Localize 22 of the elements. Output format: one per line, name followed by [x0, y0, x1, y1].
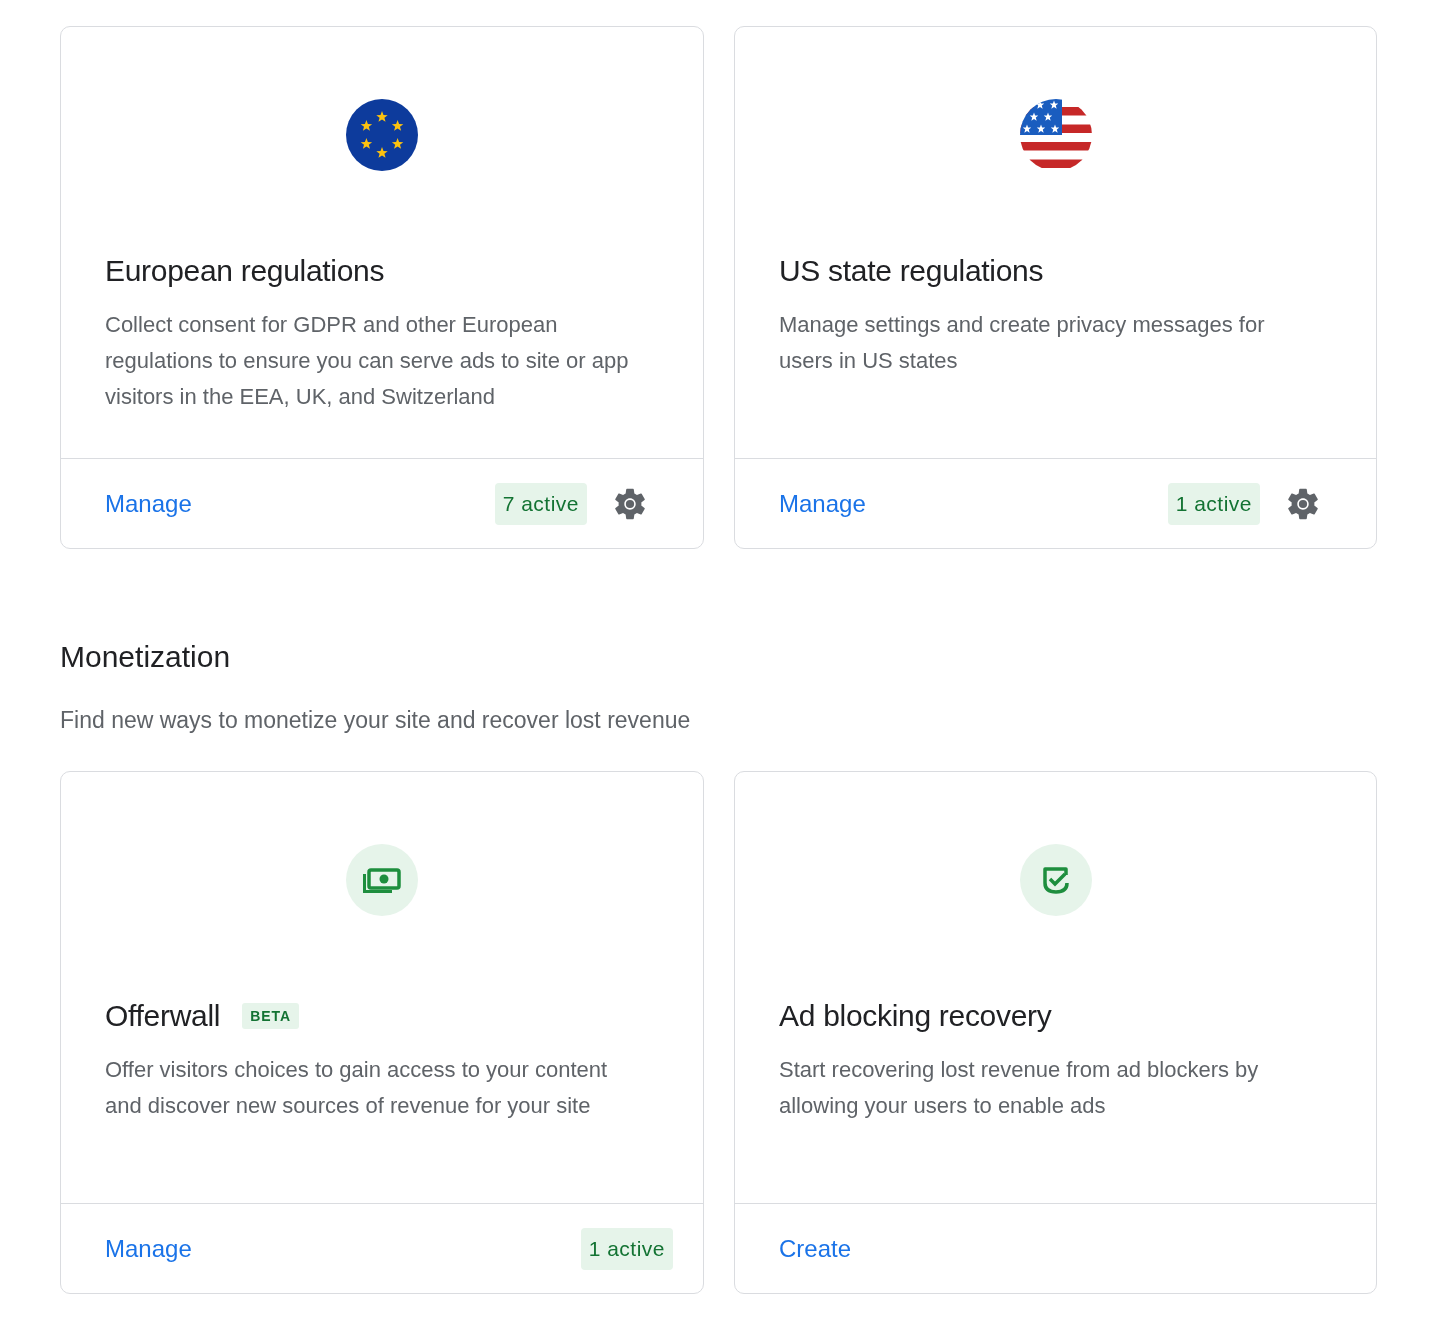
card-description: Manage settings and create privacy messages for users in US states — [779, 311, 1266, 375]
eu-flag-icon — [346, 99, 418, 171]
card-description: Collect consent for GDPR and other European regulations to ensure you can serve ads to site or app visitors in the EEA, UK, and Switzerland — [105, 311, 630, 411]
card-title: US state regulations — [779, 253, 1044, 289]
card-action-link[interactable]: Manage — [105, 1234, 192, 1263]
card-title: Ad blocking recovery — [779, 998, 1052, 1034]
active-count-badge: 7 active — [494, 482, 587, 525]
us-flag-icon — [1019, 99, 1092, 171]
card-description: Offer visitors choices to gain access to your content and discover new sources of revenue for your site — [105, 1056, 609, 1120]
card-title: European regulations — [105, 253, 385, 289]
card-action-link[interactable]: Manage — [779, 489, 866, 518]
cash-icon — [346, 844, 418, 916]
shield-check-icon — [1019, 844, 1092, 916]
card-title: Offerwall — [105, 998, 221, 1034]
beta-tag: BETA — [242, 1003, 300, 1029]
active-count-badge: 1 active — [580, 1227, 673, 1270]
section-heading: Monetization — [60, 639, 232, 675]
section-description: Find new ways to monetize your site and recover lost revenue — [60, 706, 692, 735]
card-action-link[interactable]: Manage — [105, 489, 192, 518]
card-description: Start recovering lost revenue from ad blockers by allowing your users to enable ads — [779, 1056, 1260, 1120]
active-count-badge: 1 active — [1167, 482, 1260, 525]
card-action-link[interactable]: Create — [779, 1234, 852, 1263]
